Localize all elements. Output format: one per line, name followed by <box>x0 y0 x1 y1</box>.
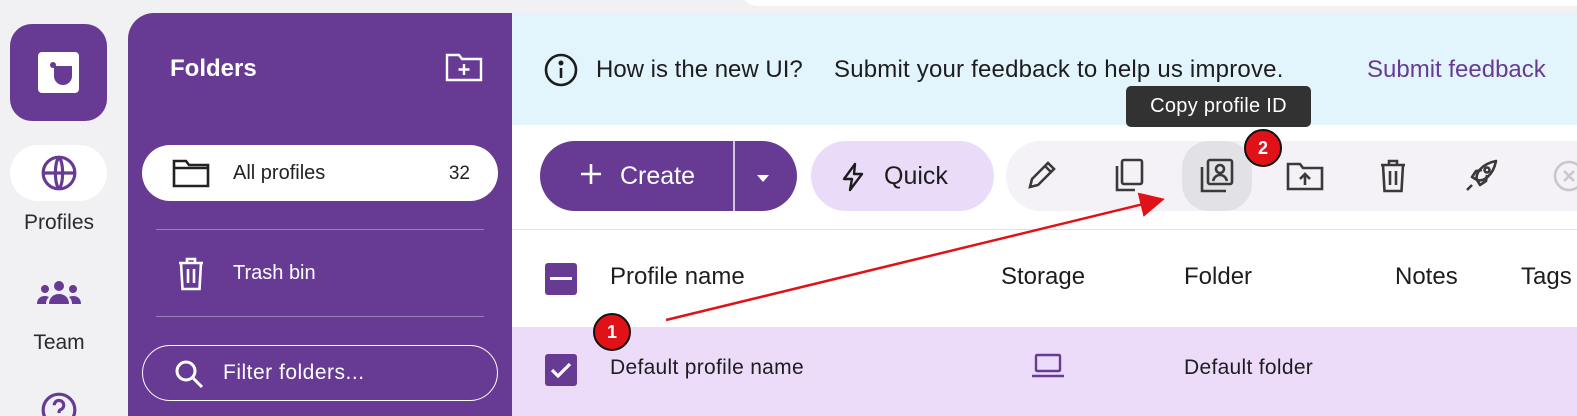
rail-label-team[interactable]: Team <box>0 331 118 355</box>
move-to-folder-icon[interactable] <box>1270 149 1340 203</box>
folder-cell: Default folder <box>1184 356 1314 379</box>
logo-cut <box>54 66 72 85</box>
lightning-icon <box>841 162 865 197</box>
copy-profile-id-icon[interactable] <box>1182 141 1252 211</box>
search-icon <box>173 358 205 395</box>
info-icon <box>544 53 578 92</box>
delete-icon[interactable] <box>1358 149 1428 203</box>
quick-button[interactable]: Quick <box>811 141 994 211</box>
edit-icon[interactable] <box>1006 149 1076 203</box>
trash-icon <box>177 257 205 296</box>
globe-icon <box>41 155 76 191</box>
split-divider <box>733 141 735 211</box>
folders-title: Folders <box>170 55 257 82</box>
team-icon[interactable] <box>36 278 82 313</box>
create-button[interactable]: Create <box>540 141 797 211</box>
select-all-checkbox[interactable] <box>545 263 577 295</box>
folders-panel: Folders All profiles 32 Trash bin <box>128 13 512 416</box>
laptop-icon <box>1031 352 1065 385</box>
rail-label-profiles[interactable]: Profiles <box>0 211 118 235</box>
help-icon[interactable] <box>40 391 78 416</box>
profile-actions-group <box>1006 141 1577 211</box>
folder-item-trash-bin[interactable]: Trash bin <box>142 245 498 301</box>
folder-item-all-profiles[interactable]: All profiles 32 <box>142 145 498 201</box>
check-icon <box>550 362 572 379</box>
top-strip <box>740 0 1577 6</box>
app-window: Profiles Team Folders All profiles 32 Tr… <box>0 0 1577 416</box>
annotation-badge-2: 2 <box>1244 129 1282 167</box>
banner-message: Submit your feedback to help us improve. <box>834 56 1284 83</box>
table-row[interactable]: Default profile name Default folder <box>512 327 1577 416</box>
folder-icon <box>172 158 210 193</box>
indeterminate-mark <box>550 277 572 280</box>
divider <box>156 229 484 230</box>
filter-folders-input[interactable] <box>223 358 483 388</box>
plus-icon <box>578 161 604 192</box>
column-header-folder[interactable]: Folder <box>1184 263 1252 291</box>
row-checkbox[interactable] <box>545 354 577 386</box>
main-content: How is the new UI? Submit your feedback … <box>512 13 1577 416</box>
table-header: Profile name Storage Folder Notes Tags <box>512 230 1577 327</box>
folder-item-label: Trash bin <box>233 262 316 284</box>
folder-item-count: 32 <box>448 163 470 184</box>
add-folder-icon[interactable] <box>445 51 483 83</box>
logo-dot <box>50 62 56 68</box>
column-header-storage[interactable]: Storage <box>1001 263 1085 291</box>
quick-button-label: Quick <box>884 162 948 190</box>
chevron-down-icon[interactable] <box>755 171 771 189</box>
submit-feedback-link[interactable]: Submit feedback <box>1367 56 1546 84</box>
profile-name-cell[interactable]: Default profile name <box>610 356 804 380</box>
nav-rail: Profiles Team <box>0 0 128 416</box>
filter-folders-field[interactable] <box>142 345 498 401</box>
launch-icon[interactable] <box>1446 149 1516 203</box>
feedback-banner: How is the new UI? Submit your feedback … <box>512 13 1577 125</box>
rail-item-profiles[interactable] <box>10 145 107 201</box>
annotation-badge-1: 1 <box>593 313 631 351</box>
copy-icon[interactable] <box>1094 149 1164 203</box>
create-button-label: Create <box>620 162 696 190</box>
column-header-notes[interactable]: Notes <box>1395 263 1458 291</box>
divider <box>156 316 484 317</box>
close-icon[interactable] <box>1534 149 1577 203</box>
tooltip: Copy profile ID <box>1126 86 1311 127</box>
app-logo[interactable] <box>10 24 107 121</box>
folder-item-label: All profiles <box>233 162 326 184</box>
toolbar: Create Quick <box>512 125 1577 229</box>
column-header-tags[interactable]: Tags <box>1521 263 1572 291</box>
banner-question: How is the new UI? <box>596 56 803 83</box>
column-header-profile-name[interactable]: Profile name <box>610 263 745 291</box>
